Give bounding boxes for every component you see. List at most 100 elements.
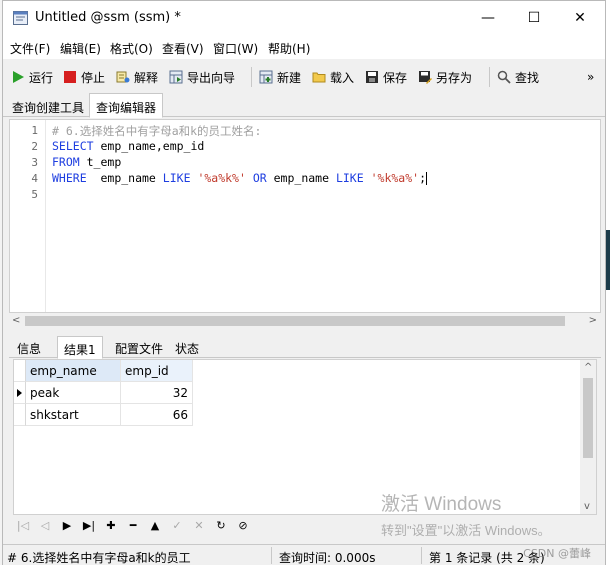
- find-button[interactable]: 查找: [497, 67, 539, 87]
- status-query-time: 查询时间: 0.000s: [279, 551, 376, 565]
- load-label: 载入: [330, 70, 355, 85]
- code-text: ;: [419, 171, 426, 185]
- scroll-left-icon[interactable]: <: [12, 315, 20, 326]
- add-record-icon[interactable]: ✚: [103, 519, 119, 535]
- cell-emp-name[interactable]: shkstart: [26, 404, 121, 426]
- scroll-right-icon[interactable]: >: [589, 315, 597, 326]
- column-header-emp-id[interactable]: emp_id: [121, 360, 193, 382]
- line-number: 1: [31, 124, 38, 137]
- load-button[interactable]: 载入: [312, 67, 354, 87]
- keyword: FROM: [52, 155, 80, 169]
- explain-label: 解释: [134, 70, 159, 85]
- tab-result1[interactable]: 结果1: [57, 336, 103, 359]
- code-line-where: WHERE emp_name LIKE '%a%k%' OR emp_name …: [52, 171, 427, 185]
- windows-activation-watermark: 激活 Windows 转到"设置"以激活 Windows。: [381, 489, 551, 539]
- editor-horizontal-scrollbar[interactable]: < >: [9, 313, 601, 329]
- sql-window: Untitled @ssm (ssm) * — ☐ ✕ 文件(F) 编辑(E) …: [2, 0, 606, 565]
- row-header: [14, 404, 26, 426]
- apply-edit-icon[interactable]: ▲: [147, 519, 163, 535]
- previous-record-icon[interactable]: ◁: [37, 519, 53, 535]
- result-vertical-scrollbar[interactable]: ^ v: [580, 360, 596, 514]
- toolbar-separator: [251, 67, 252, 87]
- stop-button[interactable]: 停止: [63, 67, 105, 87]
- line-number: 4: [31, 172, 38, 185]
- maximize-button[interactable]: ☐: [511, 1, 557, 35]
- scroll-up-icon[interactable]: ^: [584, 362, 592, 373]
- code-line-from: FROM t_emp: [52, 155, 121, 169]
- confirm-edit-icon[interactable]: ✓: [169, 519, 185, 535]
- new-button[interactable]: 新建: [259, 67, 301, 87]
- string-literal: '%a%k%': [197, 171, 246, 185]
- menu-edit[interactable]: 编辑(E): [60, 40, 101, 57]
- cell-emp-name[interactable]: peak: [26, 382, 121, 404]
- keyword: LIKE: [335, 171, 364, 185]
- toolbar: 运行 停止 解释 导出向导 新建 载入 保存 另存为 查找 »: [3, 61, 605, 91]
- tab-query-editor[interactable]: 查询编辑器: [89, 93, 164, 118]
- tab-profile[interactable]: 配置文件: [109, 336, 169, 358]
- explain-icon: [116, 71, 130, 83]
- explain-button[interactable]: 解释: [116, 67, 158, 87]
- chevron-double-right-icon: »: [587, 70, 595, 84]
- status-bar: # 6.选择姓名中有字母a和k的员工 查询时间: 0.000s 第 1 条记录 …: [3, 544, 605, 565]
- keyword: SELECT: [52, 139, 94, 153]
- window-title: Untitled @ssm (ssm) *: [35, 10, 181, 25]
- menu-file[interactable]: 文件(F): [10, 40, 50, 57]
- tab-status[interactable]: 状态: [169, 336, 205, 358]
- export-wizard-button[interactable]: 导出向导: [169, 67, 235, 87]
- result-tab-strip: 信息 结果1 配置文件 状态: [9, 334, 601, 359]
- run-icon: [13, 71, 24, 83]
- run-label: 运行: [29, 70, 54, 85]
- line-number-gutter: 1 2 3 4 5: [10, 120, 46, 312]
- save-label: 保存: [383, 70, 408, 85]
- run-button[interactable]: 运行: [11, 67, 53, 87]
- search-icon: [497, 70, 511, 84]
- column-header-emp-name[interactable]: emp_name: [26, 360, 121, 382]
- scroll-down-icon[interactable]: v: [584, 501, 590, 512]
- stop-refresh-icon[interactable]: ⊘: [235, 519, 251, 535]
- first-record-icon[interactable]: |◁: [15, 519, 31, 535]
- menu-bar: 文件(F) 编辑(E) 格式(O) 查看(V) 窗口(W) 帮助(H): [3, 35, 605, 59]
- refresh-icon[interactable]: ↻: [213, 519, 229, 535]
- next-record-icon[interactable]: ▶: [59, 519, 75, 535]
- status-query-text: # 6.选择姓名中有字母a和k的员工: [7, 551, 191, 565]
- folder-icon: [312, 72, 326, 83]
- delete-record-icon[interactable]: ━: [125, 519, 141, 535]
- menu-help[interactable]: 帮助(H): [268, 40, 310, 57]
- save-as-label: 另存为: [436, 70, 473, 85]
- keyword: WHERE: [52, 171, 87, 185]
- sql-editor[interactable]: 1 2 3 4 5 # 6.选择姓名中有字母a和k的员工姓名: SELECT e…: [9, 119, 601, 313]
- cell-emp-id[interactable]: 66: [121, 404, 193, 426]
- cancel-edit-icon[interactable]: ✕: [191, 519, 207, 535]
- menu-window[interactable]: 窗口(W): [213, 40, 258, 57]
- save-as-button[interactable]: 另存为: [418, 67, 472, 87]
- text-caret: [426, 172, 427, 185]
- toolbar-overflow-button[interactable]: »: [587, 67, 594, 87]
- stop-icon: [64, 71, 76, 83]
- menu-view[interactable]: 查看(V): [162, 40, 204, 57]
- scrollbar-thumb[interactable]: [583, 378, 593, 458]
- code-text: emp_name: [86, 171, 163, 185]
- new-label: 新建: [277, 70, 302, 85]
- minimize-button[interactable]: —: [465, 1, 511, 35]
- csdn-watermark: CSDN @蕾峰: [523, 547, 591, 560]
- tab-info[interactable]: 信息: [11, 336, 47, 358]
- save-icon: [366, 71, 378, 83]
- export-wizard-label: 导出向导: [187, 70, 236, 85]
- last-record-icon[interactable]: ▶|: [81, 519, 97, 535]
- cell-emp-id[interactable]: 32: [121, 382, 193, 404]
- keyword: OR: [252, 171, 267, 185]
- stop-label: 停止: [81, 70, 106, 85]
- code-line-comment: # 6.选择姓名中有字母a和k的员工姓名:: [52, 124, 262, 138]
- close-button[interactable]: ✕: [557, 1, 603, 35]
- line-number: 3: [31, 156, 38, 169]
- new-query-icon: [259, 70, 273, 84]
- tab-query-builder[interactable]: 查询创建工具: [5, 93, 91, 117]
- scrollbar-thumb[interactable]: [25, 316, 565, 326]
- code-text: t_emp: [79, 155, 122, 169]
- status-separator: [421, 547, 422, 564]
- menu-format[interactable]: 格式(O): [110, 40, 153, 57]
- save-button[interactable]: 保存: [365, 67, 407, 87]
- query-app-icon: [13, 11, 28, 25]
- title-bar: Untitled @ssm (ssm) * — ☐ ✕: [3, 1, 605, 35]
- save-as-icon: [419, 71, 432, 84]
